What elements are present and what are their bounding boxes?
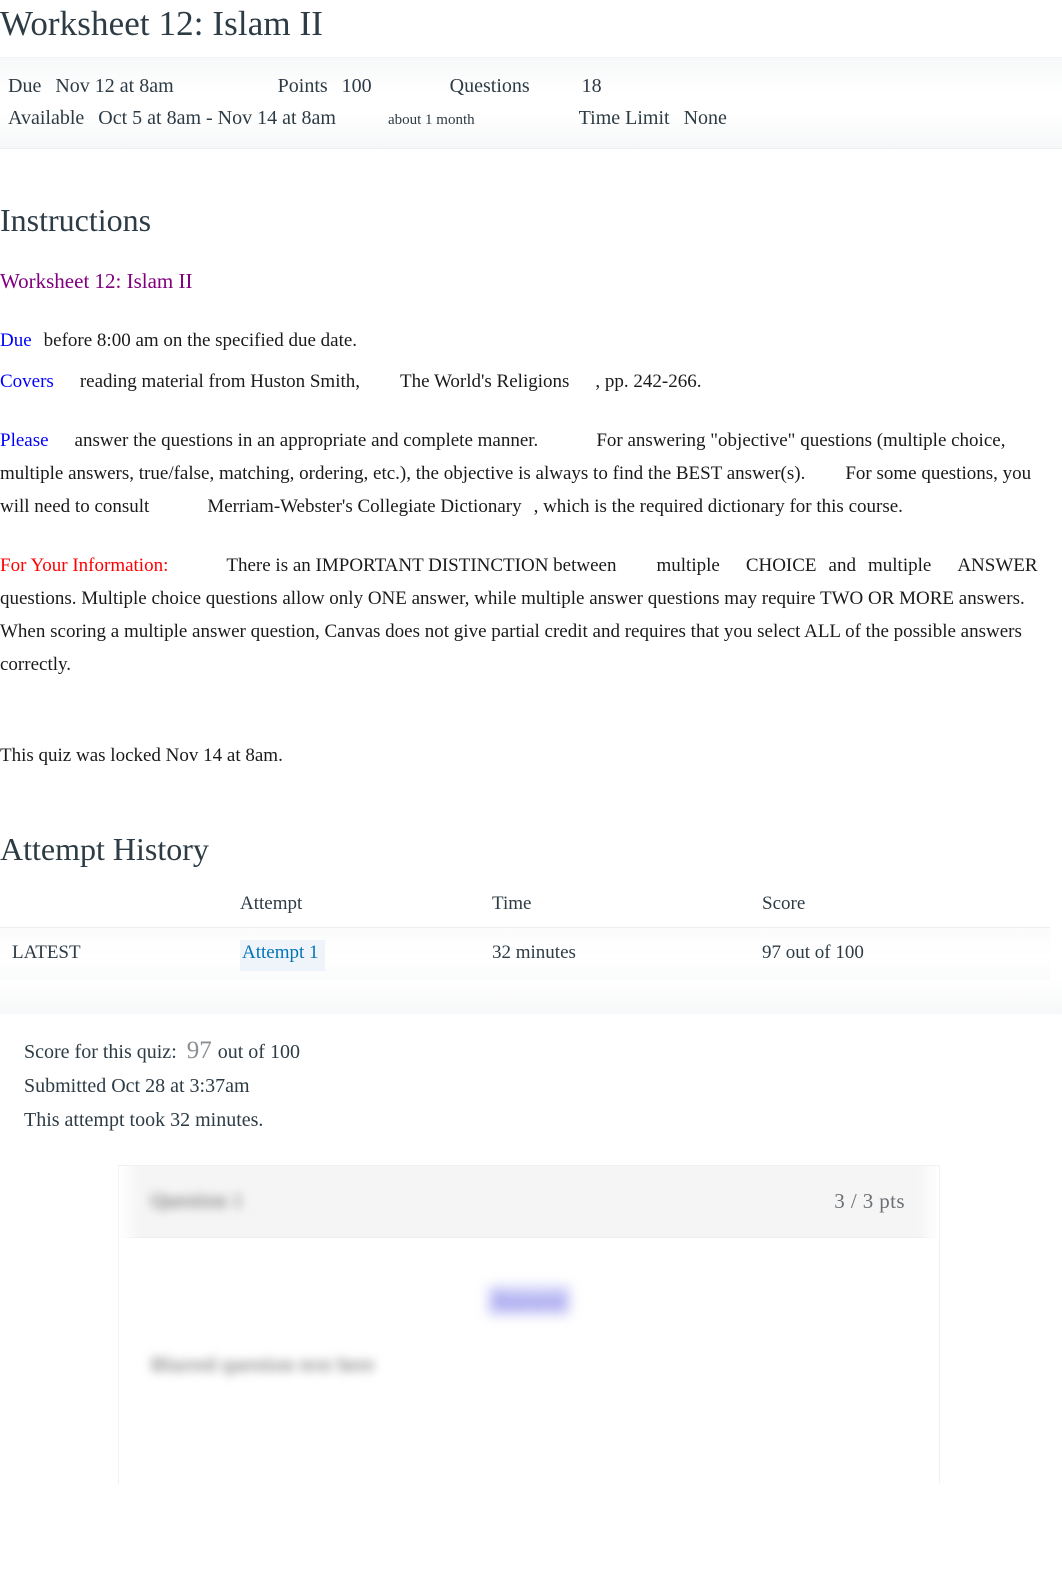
question-card-header: Question 1 3 / 3 pts <box>119 1165 939 1238</box>
points-label: Points <box>277 74 328 97</box>
score-label: Score for this quiz: <box>24 1040 177 1063</box>
quiz-meta-bar: Due Nov 12 at 8am Points 100 Questions 1… <box>0 56 1062 149</box>
quiz-meta-row-available: Available Oct 5 at 8am - Nov 14 at 8am a… <box>0 102 1062 136</box>
fyi-word-answer: ANSWER <box>957 555 1038 577</box>
fyi-word-multiple-1: multiple <box>656 555 720 577</box>
question-answer-highlight: Answer <box>419 1285 639 1315</box>
score-line: Score for this quiz: 97 out of 100 <box>24 1034 1062 1069</box>
row-time-cell: 32 minutes <box>492 941 576 963</box>
question-label: Question 1 <box>151 1189 244 1212</box>
fyi-sentence-g: questions. Multiple choice questions all… <box>0 588 1025 676</box>
attempt-history-table-body: LATEST Attempt 1 32 minutes 97 out of 10… <box>0 927 1050 980</box>
time-limit-label: Time Limit <box>578 106 670 129</box>
covers-sentence-c: , pp. 242-266. <box>595 371 702 393</box>
score-out-of: out of 100 <box>217 1040 300 1063</box>
instructions-due-line: Due before 8:00 am on the specified due d… <box>0 324 1062 357</box>
instructions-body: Worksheet 12: Islam II Due before 8:00 am… <box>0 265 1062 772</box>
page-title: Worksheet 12: Islam II <box>0 4 324 43</box>
please-sentence-e: , which is the required dictionary for t… <box>533 496 903 518</box>
attempt-history-heading: Attempt History <box>0 831 209 868</box>
fyi-word-multiple-2: multiple <box>867 555 932 577</box>
attempt-duration: This attempt took 32 minutes. <box>24 1108 264 1131</box>
question-body-text: Blurred question text here <box>151 1353 375 1376</box>
row-latest-badge: LATEST <box>12 941 81 963</box>
column-header-attempt: Attempt <box>240 892 303 914</box>
due-label: Due <box>8 74 42 97</box>
column-header-blank <box>0 889 240 928</box>
due-value: Nov 12 at 8am <box>55 74 174 97</box>
covers-keyword: Covers <box>0 371 54 393</box>
fyi-sentence-a: There is an IMPORTANT DISTINCTION betwee… <box>226 555 617 577</box>
column-header-score: Score <box>762 892 806 914</box>
question-answer-text: Answer <box>487 1285 571 1315</box>
attempt-1-link[interactable]: Attempt 1 <box>240 939 325 971</box>
time-limit-value: None <box>683 106 727 129</box>
quiz-meta-row-due: Due Nov 12 at 8am Points 100 Questions 1… <box>0 70 1062 102</box>
score-summary: Score for this quiz: 97 out of 100 Submitt… <box>0 1014 1062 1137</box>
covers-sentence-a: reading material from Huston Smith, <box>79 371 361 393</box>
please-sentence-a: answer the questions in an appropriate a… <box>74 430 539 452</box>
submitted-timestamp: Submitted Oct 28 at 3:37am <box>24 1074 250 1097</box>
row-score-cell: 97 out of 100 <box>762 941 864 963</box>
points-value: 100 <box>341 74 372 97</box>
score-value: 97 <box>186 1036 212 1064</box>
questions-value: 18 <box>581 74 602 97</box>
available-value: Oct 5 at 8am - Nov 14 at 8am <box>98 106 336 129</box>
quiz-locked-note: This quiz was locked Nov 14 at 8am. <box>0 745 283 767</box>
instructions-fyi-paragraph: For Your Information: There is an IMPORTA… <box>0 549 1062 681</box>
quiz-results-page: Worksheet 12: Islam II Due Nov 12 at 8am… <box>0 0 1062 1574</box>
please-dictionary-title: Merriam-Webster's Collegiate Dictionary <box>207 496 522 518</box>
available-label: Available <box>8 106 85 129</box>
column-header-time: Time <box>492 892 532 914</box>
table-footer-divider <box>0 979 1062 1014</box>
fyi-word-choice: CHOICE <box>745 555 817 577</box>
attempt-history-table: Attempt Time Score LATEST Attempt 1 32 m… <box>0 889 1050 980</box>
row-attempt-cell: Attempt 1 <box>240 927 492 980</box>
instructions-heading: Instructions <box>0 201 152 238</box>
question-card-body: Answer Blurred question text here <box>119 1237 939 1484</box>
please-keyword: Please <box>0 430 49 452</box>
due-keyword: Due <box>0 330 32 352</box>
due-sentence: before 8:00 am on the specified due date… <box>43 330 358 352</box>
questions-label: Questions <box>449 74 530 97</box>
instructions-covers-line: Covers reading material from Huston Smith… <box>0 365 1062 398</box>
instructions-subtitle: Worksheet 12: Islam II <box>0 269 193 294</box>
attempt-history-table-head: Attempt Time Score <box>0 889 1050 928</box>
available-duration-note: about 1 month <box>387 111 475 128</box>
table-row[interactable]: LATEST Attempt 1 32 minutes 97 out of 10… <box>0 927 1050 980</box>
fyi-keyword: For Your Information: <box>0 555 169 577</box>
instructions-please-paragraph: Please answer the questions in an appropr… <box>0 424 1062 523</box>
covers-book-title: The World's Religions <box>400 371 570 393</box>
question-points: 3 / 3 pts <box>834 1188 905 1213</box>
attempt-history-header-row: Attempt Time Score <box>0 889 1050 928</box>
question-card: Question 1 3 / 3 pts Answer Blurred ques… <box>118 1164 940 1485</box>
fyi-word-and: and <box>828 555 856 577</box>
